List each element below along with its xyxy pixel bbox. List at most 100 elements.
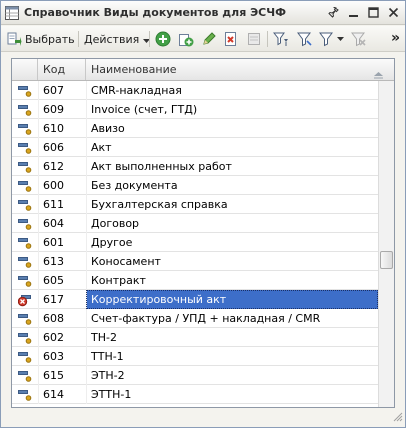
table-row[interactable]: 612 Акт выполненных работ [12,157,378,176]
cell-name[interactable]: Без документа [86,176,378,195]
catalog-item-icon [12,385,38,404]
table-row[interactable]: 600 Без документа [12,176,378,195]
table-row[interactable]: 606 Акт [12,138,378,157]
toolbar-separator [149,31,150,47]
table-row[interactable]: 617 Корректировочный акт [12,290,378,309]
window-title: Справочник Виды документов для ЭСЧФ [24,6,287,19]
catalog-item-icon [12,233,38,252]
more-commands-button[interactable]: » [391,28,400,48]
header-code[interactable]: Код [38,59,86,80]
catalog-item-icon [12,328,38,347]
catalog-item-icon [12,138,38,157]
maximize-button[interactable] [365,4,382,21]
cell-code[interactable]: 606 [38,138,86,157]
documents-table: Код Наименование 607 CMR-накладная 609 Invo… [11,58,395,408]
cell-code[interactable]: 600 [38,176,86,195]
cell-name[interactable]: ЭТН-2 [86,366,378,385]
cell-name[interactable]: Счет-фактура / УПД + накладная / CMR [86,309,378,328]
catalog-window: Справочник Виды документов для ЭСЧФ Выбр… [0,0,406,428]
scrollbar-thumb[interactable] [380,251,393,269]
cell-name[interactable]: Invoice (счет, ГТД) [86,100,378,119]
vertical-scrollbar[interactable] [378,81,394,407]
catalog-item-icon [12,347,38,366]
cell-code[interactable]: 611 [38,195,86,214]
actions-menu-button[interactable]: Действия [84,29,151,49]
cell-code[interactable]: 609 [38,100,86,119]
table-header: Код Наименование [12,59,394,81]
clear-filter-icon[interactable] [351,31,367,47]
copy-icon[interactable] [178,31,194,47]
select-button[interactable]: Выбрать [6,29,75,49]
cell-name[interactable]: CMR-накладная [86,81,378,100]
cell-name[interactable]: Бухгалтерская справка [86,195,378,214]
catalog-item-icon [12,176,38,195]
cell-name[interactable]: Акт выполненных работ [86,157,378,176]
cell-code[interactable]: 614 [38,385,86,404]
header-name-label: Наименование [91,63,177,76]
cell-code[interactable]: 607 [38,81,86,100]
toolbar-separator [267,31,268,47]
cell-name[interactable]: Акт [86,138,378,157]
cell-name[interactable]: ТН-2 [86,328,378,347]
cell-name[interactable]: Корректировочный акт [86,290,378,309]
title-bar[interactable]: Справочник Виды документов для ЭСЧФ [1,1,405,25]
cell-code[interactable]: 617 [38,290,86,309]
edit-pencil-icon[interactable] [201,31,217,47]
table-row[interactable]: 609 Invoice (счет, ГТД) [12,100,378,119]
marked-for-deletion-icon [12,290,38,309]
table-body: 607 CMR-накладная 609 Invoice (счет, ГТД) 61… [12,81,378,404]
cell-code[interactable]: 605 [38,271,86,290]
cell-name[interactable]: ЭТТН-1 [86,385,378,404]
table-row[interactable]: 610 Авизо [12,119,378,138]
catalog-item-icon [12,195,38,214]
header-name[interactable]: Наименование [86,59,394,80]
table-row[interactable]: 608 Счет-фактура / УПД + накладная / CMR [12,309,378,328]
close-button[interactable] [385,4,402,21]
delete-icon[interactable] [246,31,262,47]
cell-code[interactable]: 615 [38,366,86,385]
filter-dropdown-icon[interactable] [319,31,345,47]
cell-name[interactable]: Другое [86,233,378,252]
table-row[interactable]: 615 ЭТН-2 [12,366,378,385]
table-row[interactable]: 611 Бухгалтерская справка [12,195,378,214]
cell-name[interactable]: Договор [86,214,378,233]
cell-name[interactable]: Авизо [86,119,378,138]
pin-icon[interactable] [325,4,342,21]
table-row[interactable]: 604 Договор [12,214,378,233]
table-row[interactable]: 601 Другое [12,233,378,252]
table-row[interactable]: 614 ЭТТН-1 [12,385,378,404]
table-row[interactable]: 603 ТТН-1 [12,347,378,366]
table-row[interactable]: 605 Контракт [12,271,378,290]
cell-name[interactable]: Контракт [86,271,378,290]
cell-code[interactable]: 613 [38,252,86,271]
select-icon [6,31,22,47]
cell-code[interactable]: 610 [38,119,86,138]
add-icon[interactable] [155,31,171,47]
minimize-button[interactable] [345,4,362,21]
delete-mark-icon[interactable] [223,31,239,47]
cell-code[interactable]: 612 [38,157,86,176]
resize-grip-icon[interactable] [393,412,403,425]
table-icon [5,6,19,23]
cell-code[interactable]: 602 [38,328,86,347]
cell-name[interactable]: ТТН-1 [86,347,378,366]
catalog-item-icon [12,214,38,233]
cell-code[interactable]: 601 [38,233,86,252]
cell-name[interactable]: Коносамент [86,252,378,271]
catalog-item-icon [12,309,38,328]
table-row[interactable]: 602 ТН-2 [12,328,378,347]
cell-code[interactable]: 603 [38,347,86,366]
table-row[interactable]: 613 Коносамент [12,252,378,271]
catalog-item-icon [12,252,38,271]
cell-code[interactable]: 608 [38,309,86,328]
hierarchy-filter-icon[interactable] [272,31,289,47]
catalog-item-icon [12,119,38,138]
toolbar: Выбрать Действия » [1,26,405,52]
cell-code[interactable]: 604 [38,214,86,233]
catalog-item-icon [12,271,38,290]
actions-menu-label: Действия [84,32,140,46]
catalog-item-icon [12,157,38,176]
filter-icon[interactable] [297,31,313,47]
table-row[interactable]: 607 CMR-накладная [12,81,378,100]
header-icon-column[interactable] [12,59,38,80]
